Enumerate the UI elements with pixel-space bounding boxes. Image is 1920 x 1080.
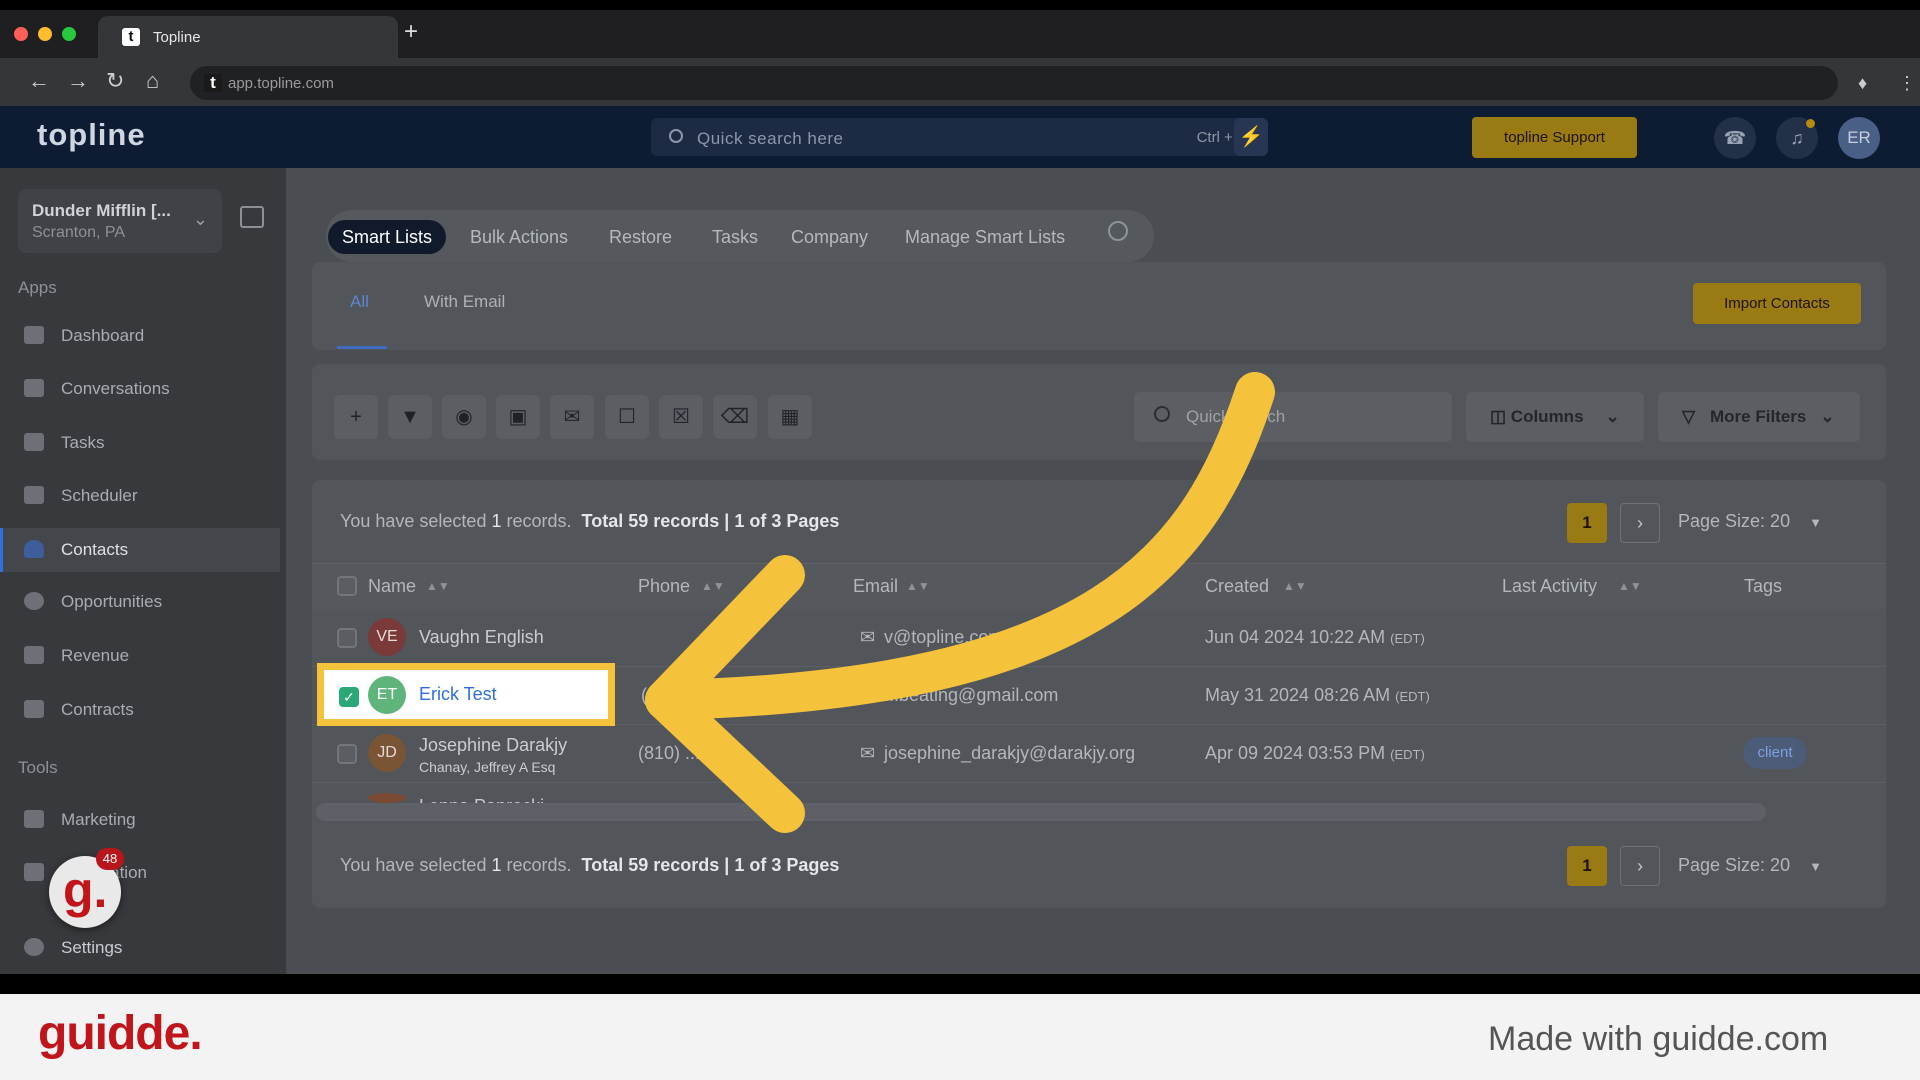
screenshot-stage: t Topline + ← → ↻ ⌂ ☆ ♦ ⋮ t app.topline.… xyxy=(0,0,1920,1080)
guidde-logo[interactable]: guidde. xyxy=(38,1006,203,1061)
tutorial-arrow xyxy=(645,372,1275,833)
video-frame-edge xyxy=(0,974,1920,994)
made-with-guidde-text: Made with guidde.com xyxy=(1488,1020,1829,1058)
arrow-shaft xyxy=(645,372,1275,720)
